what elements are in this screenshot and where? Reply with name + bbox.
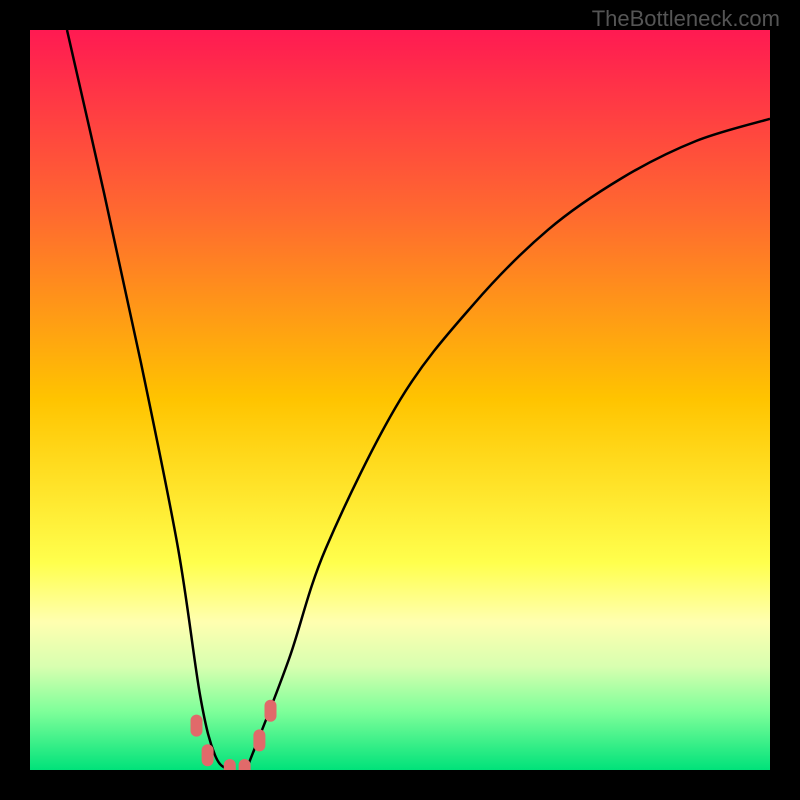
highlight-marker [191, 715, 203, 737]
highlight-marker [253, 729, 265, 751]
highlight-marker [202, 744, 214, 766]
bottleneck-curve [67, 30, 770, 770]
highlight-marker [224, 759, 236, 770]
chart-plot-area [30, 30, 770, 770]
highlight-marker [265, 700, 277, 722]
chart-curve-layer [30, 30, 770, 770]
watermark-text: TheBottleneck.com [592, 6, 780, 32]
